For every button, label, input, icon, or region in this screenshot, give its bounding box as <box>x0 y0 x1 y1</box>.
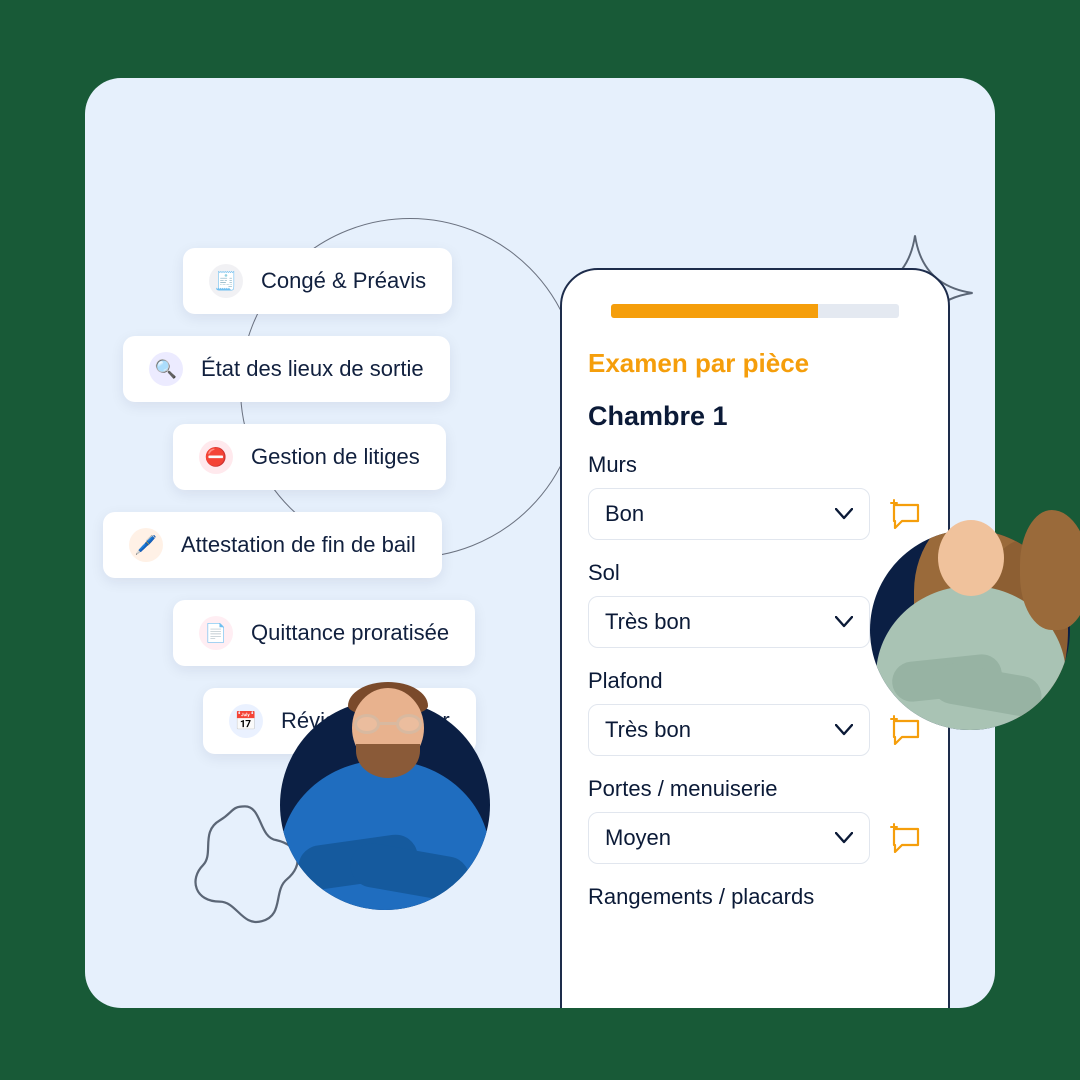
calendar-icon: 📅 <box>229 704 263 738</box>
select-value: Bon <box>605 501 644 527</box>
pen-icon: 🖊️ <box>129 528 163 562</box>
chip-label: Quittance proratisée <box>251 620 449 646</box>
magnifier-icon: 🔍 <box>149 352 183 386</box>
field-label: Rangements / placards <box>588 884 922 910</box>
chevron-down-icon <box>835 616 853 628</box>
feature-chip-gestion-litiges[interactable]: ⛔ Gestion de litiges <box>173 424 446 490</box>
select-value: Très bon <box>605 717 691 743</box>
chevron-down-icon <box>835 508 853 520</box>
feature-chip-quittance-proratisee[interactable]: 📄 Quittance proratisée <box>173 600 475 666</box>
progress-fill <box>611 304 818 318</box>
progress-bar <box>611 304 898 318</box>
field-rangements-placards: Rangements / placards <box>588 884 922 920</box>
select-sol[interactable]: Très bon <box>588 596 870 648</box>
file-icon: 📄 <box>199 616 233 650</box>
feature-chip-conge-preavis[interactable]: 🧾 Congé & Préavis <box>183 248 452 314</box>
chevron-down-icon <box>835 832 853 844</box>
field-label: Sol <box>588 560 922 586</box>
avatar-woman <box>870 530 1070 730</box>
room-title: Chambre 1 <box>588 401 922 432</box>
comment-plus-icon <box>888 499 922 529</box>
field-murs: Murs Bon <box>588 452 922 540</box>
field-label: Plafond <box>588 668 922 694</box>
select-value: Très bon <box>605 609 691 635</box>
add-comment-button[interactable] <box>888 499 922 529</box>
select-plafond[interactable]: Très bon <box>588 704 870 756</box>
receipt-icon: 🧾 <box>209 264 243 298</box>
section-title: Examen par pièce <box>588 348 922 379</box>
field-label: Portes / menuiserie <box>588 776 922 802</box>
select-murs[interactable]: Bon <box>588 488 870 540</box>
hero-panel: 🧾 Congé & Préavis 🔍 État des lieux de so… <box>85 78 995 1008</box>
feature-chip-list: 🧾 Congé & Préavis 🔍 État des lieux de so… <box>123 248 476 754</box>
feature-chip-etat-des-lieux[interactable]: 🔍 État des lieux de sortie <box>123 336 450 402</box>
chip-label: Attestation de fin de bail <box>181 532 416 558</box>
field-label: Murs <box>588 452 922 478</box>
comment-plus-icon <box>888 823 922 853</box>
add-comment-button[interactable] <box>888 823 922 853</box>
chip-label: État des lieux de sortie <box>201 356 424 382</box>
no-entry-icon: ⛔ <box>199 440 233 474</box>
chip-label: Congé & Préavis <box>261 268 426 294</box>
chevron-down-icon <box>835 724 853 736</box>
chip-label: Gestion de litiges <box>251 444 420 470</box>
feature-chip-attestation-fin-bail[interactable]: 🖊️ Attestation de fin de bail <box>103 512 442 578</box>
select-portes[interactable]: Moyen <box>588 812 870 864</box>
select-value: Moyen <box>605 825 671 851</box>
field-portes-menuiserie: Portes / menuiserie Moyen <box>588 776 922 864</box>
avatar-man <box>280 700 490 910</box>
field-plafond: Plafond Très bon <box>588 668 922 756</box>
